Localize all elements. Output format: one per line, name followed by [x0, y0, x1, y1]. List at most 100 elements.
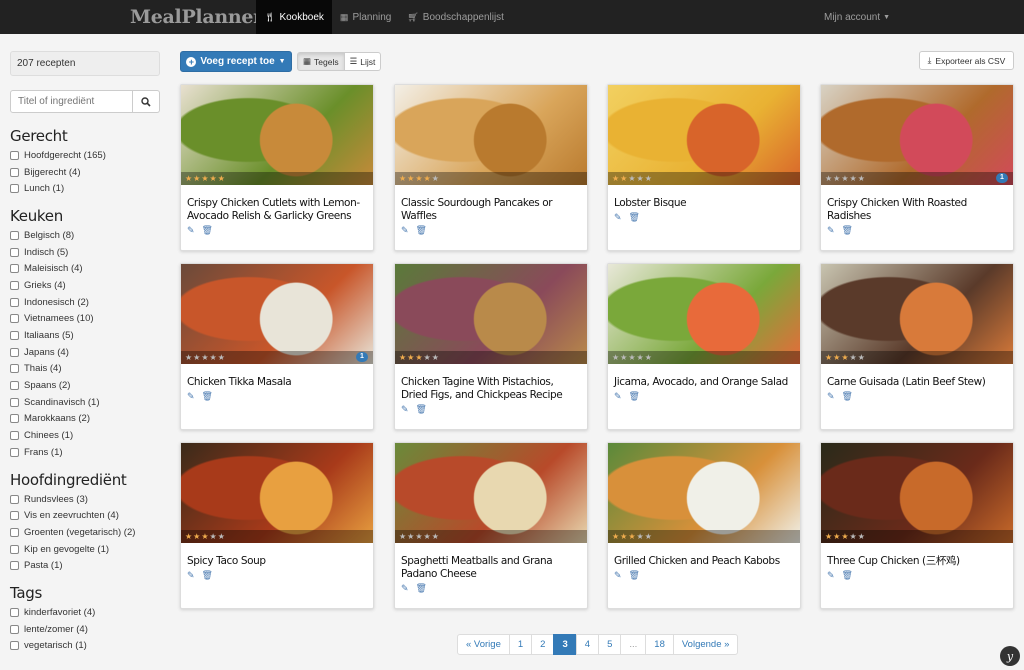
facet-option[interactable]: Lunch (1) [10, 180, 160, 197]
facet-checkbox[interactable] [10, 150, 19, 160]
help-widget-button[interactable]: y [1000, 646, 1020, 666]
edit-icon[interactable]: ✎ [187, 226, 195, 235]
recipe-card[interactable]: ★ ★ ★ ★ ★ 1 Chicken Tikka Masala ✎ 🗑︎ [180, 263, 374, 430]
facet-option[interactable]: Maleisisch (4) [10, 260, 160, 277]
facet-checkbox[interactable] [10, 527, 19, 537]
edit-icon[interactable]: ✎ [827, 392, 835, 401]
recipe-title[interactable]: Crispy Chicken Cutlets with Lemon-Avocad… [187, 197, 367, 223]
star-icon[interactable]: ★ [201, 174, 208, 183]
star-icon[interactable]: ★ [415, 532, 422, 541]
facet-option[interactable]: Kip en gevogelte (1) [10, 541, 160, 558]
star-icon[interactable]: ★ [432, 353, 439, 362]
rating-stars[interactable]: ★ ★ ★ ★ ★ [395, 351, 587, 364]
recipe-title[interactable]: Spaghetti Meatballs and Grana Padano Che… [401, 555, 581, 581]
search-button[interactable] [133, 90, 160, 113]
search-input[interactable] [10, 90, 133, 113]
edit-icon[interactable]: ✎ [614, 571, 622, 580]
recipe-image[interactable]: ★ ★ ★ ★ ★ [608, 85, 800, 185]
star-icon[interactable]: ★ [407, 174, 414, 183]
star-icon[interactable]: ★ [185, 174, 192, 183]
star-icon[interactable]: ★ [407, 353, 414, 362]
facet-option[interactable]: Thais (4) [10, 361, 160, 378]
recipe-title[interactable]: Chicken Tikka Masala [187, 376, 367, 389]
facet-checkbox[interactable] [10, 624, 19, 634]
facet-checkbox[interactable] [10, 247, 19, 257]
edit-icon[interactable]: ✎ [187, 392, 195, 401]
star-icon[interactable]: ★ [645, 174, 652, 183]
star-icon[interactable]: ★ [218, 353, 225, 362]
recipe-image[interactable]: ★ ★ ★ ★ ★ [395, 85, 587, 185]
facet-checkbox[interactable] [10, 511, 19, 521]
edit-icon[interactable]: ✎ [827, 226, 835, 235]
star-icon[interactable]: ★ [833, 532, 840, 541]
recipe-title[interactable]: Three Cup Chicken (三杯鸡) [827, 555, 1007, 568]
facet-option[interactable]: Frans (1) [10, 444, 160, 461]
star-icon[interactable]: ★ [424, 353, 431, 362]
recipe-title[interactable]: Lobster Bisque [614, 197, 794, 210]
facet-option[interactable]: lente/zomer (4) [10, 621, 160, 638]
facet-checkbox[interactable] [10, 414, 19, 424]
nav-boodschappenlijst[interactable]: 🛒︎ Boodschappenlijst [399, 0, 512, 34]
edit-icon[interactable]: ✎ [827, 571, 835, 580]
star-icon[interactable]: ★ [620, 353, 627, 362]
recipe-image[interactable]: ★ ★ ★ ★ ★ [181, 85, 373, 185]
star-icon[interactable]: ★ [193, 174, 200, 183]
delete-icon[interactable]: 🗑︎ [202, 392, 213, 401]
pagination-previous[interactable]: « Vorige [457, 634, 510, 655]
star-icon[interactable]: ★ [210, 174, 217, 183]
star-icon[interactable]: ★ [407, 532, 414, 541]
rating-stars[interactable]: ★ ★ ★ ★ ★ [608, 351, 800, 364]
view-tiles-button[interactable]: ▦ Tegels [297, 52, 345, 71]
star-icon[interactable]: ★ [850, 532, 857, 541]
delete-icon[interactable]: 🗑︎ [629, 571, 640, 580]
star-icon[interactable]: ★ [415, 174, 422, 183]
facet-checkbox[interactable] [10, 544, 19, 554]
pagination-page[interactable]: 3 [553, 634, 577, 655]
facet-option[interactable]: Italiaans (5) [10, 327, 160, 344]
star-icon[interactable]: ★ [399, 532, 406, 541]
recipe-card[interactable]: ★ ★ ★ ★ ★ Classic Sourdough Pancakes or Waffl… [394, 84, 588, 251]
star-icon[interactable]: ★ [825, 532, 832, 541]
view-list-button[interactable]: ☰ Lijst [344, 52, 382, 71]
recipe-image[interactable]: ★ ★ ★ ★ ★ [821, 443, 1013, 543]
star-icon[interactable]: ★ [628, 532, 635, 541]
star-icon[interactable]: ★ [210, 532, 217, 541]
recipe-title[interactable]: Carne Guisada (Latin Beef Stew) [827, 376, 1007, 389]
recipe-image[interactable]: ★ ★ ★ ★ ★ 1 [821, 85, 1013, 185]
facet-option[interactable]: Grieks (4) [10, 277, 160, 294]
edit-icon[interactable]: ✎ [401, 405, 409, 414]
pagination-page[interactable]: 2 [531, 634, 555, 655]
star-icon[interactable]: ★ [218, 174, 225, 183]
facet-option[interactable]: Vietnamees (10) [10, 311, 160, 328]
recipe-card[interactable]: ★ ★ ★ ★ ★ 1 Crispy Chicken With Roasted Radish… [820, 84, 1014, 251]
star-icon[interactable]: ★ [858, 532, 865, 541]
facet-checkbox[interactable] [10, 381, 19, 391]
delete-icon[interactable]: 🗑︎ [416, 405, 427, 414]
recipe-card[interactable]: ★ ★ ★ ★ ★ Spicy Taco Soup ✎ 🗑︎ [180, 442, 374, 609]
nav-kookboek[interactable]: 🍴︎ Kookboek [256, 0, 332, 34]
pagination-page[interactable]: 4 [575, 634, 600, 655]
star-icon[interactable]: ★ [432, 532, 439, 541]
facet-option[interactable]: Chinees (1) [10, 427, 160, 444]
facet-checkbox[interactable] [10, 397, 19, 407]
star-icon[interactable]: ★ [858, 174, 865, 183]
recipe-title[interactable]: Grilled Chicken and Peach Kabobs [614, 555, 794, 568]
star-icon[interactable]: ★ [432, 174, 439, 183]
facet-option[interactable]: Marokkaans (2) [10, 411, 160, 428]
edit-icon[interactable]: ✎ [614, 392, 622, 401]
edit-icon[interactable]: ✎ [187, 571, 195, 580]
facet-option[interactable]: Groenten (vegetarisch) (2) [10, 524, 160, 541]
recipe-image[interactable]: ★ ★ ★ ★ ★ [395, 264, 587, 364]
pagination-page[interactable]: 1 [508, 634, 533, 655]
rating-stars[interactable]: ★ ★ ★ ★ ★ [181, 351, 373, 364]
facet-option[interactable]: vegetarisch (1) [10, 638, 160, 655]
recipe-card[interactable]: ★ ★ ★ ★ ★ Grilled Chicken and Peach Kabobs ✎ 🗑︎ [607, 442, 801, 609]
facet-option[interactable]: Indonesisch (2) [10, 294, 160, 311]
delete-icon[interactable]: 🗑︎ [416, 226, 427, 235]
star-icon[interactable]: ★ [612, 532, 619, 541]
rating-stars[interactable]: ★ ★ ★ ★ ★ [608, 530, 800, 543]
brand-logo[interactable]: MealPlanner [130, 6, 263, 28]
delete-icon[interactable]: 🗑︎ [202, 226, 213, 235]
rating-stars[interactable]: ★ ★ ★ ★ ★ [395, 530, 587, 543]
facet-checkbox[interactable] [10, 607, 19, 617]
